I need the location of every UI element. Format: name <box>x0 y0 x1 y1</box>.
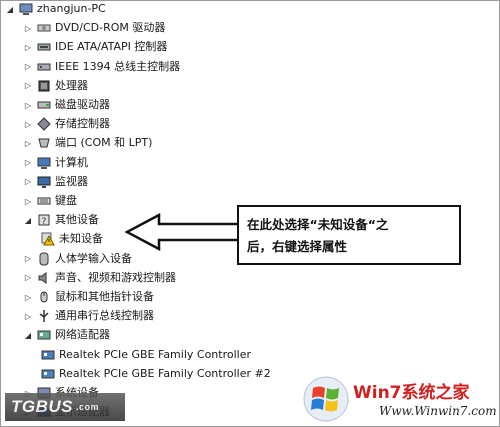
tree-category[interactable]: ▷ IEEE 1394 总线主控制器 <box>23 58 180 76</box>
tree-node-label: 处理器 <box>55 78 88 92</box>
collapse-arrow-icon[interactable]: ◢ <box>23 330 33 340</box>
hid-icon <box>37 252 51 266</box>
tree-category[interactable]: ▷ 磁盘驱动器 <box>23 96 110 114</box>
tree-node-label: 未知设备 <box>59 232 103 246</box>
tree-node-label: 网络适配器 <box>55 328 110 342</box>
expand-arrow-icon[interactable]: ▷ <box>23 311 33 321</box>
tree-device[interactable]: Realtek PCIe GBE Family Controller #2 <box>41 365 271 383</box>
expand-arrow-icon[interactable]: ▷ <box>23 138 33 148</box>
tree-node-label: Realtek PCIe GBE Family Controller #2 <box>59 366 271 380</box>
tree-node-label: 鼠标和其他指针设备 <box>55 290 154 303</box>
tree-category[interactable]: ▷ DVD/CD-ROM 驱动器 <box>23 19 165 37</box>
ieee1394-icon <box>37 60 51 74</box>
tree-category[interactable]: ▷ 键盘 <box>23 192 77 210</box>
processor-icon <box>37 79 51 93</box>
tree-node-label: 磁盘驱动器 <box>55 98 110 111</box>
tree-node-label: 键盘 <box>55 194 77 207</box>
tree-category[interactable]: ▷ 人体学输入设备 <box>23 250 132 268</box>
mouse-icon <box>37 290 51 304</box>
win7-watermark: Win7系统之家 Www.Winwin7.com <box>299 372 499 426</box>
keyboard-icon <box>37 194 51 208</box>
tgbus-suffix: .com <box>76 402 100 412</box>
computer-root-icon <box>19 2 33 16</box>
tree-node-label: 计算机 <box>55 155 88 169</box>
tgbus-text: TGBUS <box>11 397 73 416</box>
tree-category[interactable]: ▷ 计算机 <box>23 154 88 172</box>
device-manager-tree-panel: ◢ zhangjun-PC ▷ DVD/CD-ROM 驱动器 ▷ IDE ATA/ATAP… <box>0 0 500 427</box>
expand-arrow-icon[interactable]: ▷ <box>23 100 33 110</box>
expand-arrow-icon[interactable]: ▷ <box>23 292 33 302</box>
svg-text:?: ? <box>42 217 47 227</box>
collapse-arrow-icon[interactable]: ◢ <box>5 4 15 14</box>
tree-node-label: 存储控制器 <box>55 117 110 131</box>
expand-arrow-icon[interactable]: ▷ <box>23 177 33 187</box>
dvd-drive-icon <box>37 21 51 35</box>
computer-icon <box>37 156 51 170</box>
other-devices-icon: ? <box>37 213 51 227</box>
tree-category[interactable]: ◢? 其他设备 <box>23 211 99 229</box>
win7-url: Www.Winwin7.com <box>379 404 497 418</box>
expand-arrow-icon[interactable]: ▷ <box>23 273 33 283</box>
expand-arrow-icon[interactable]: ▷ <box>23 62 33 72</box>
tree-category[interactable]: ▷ 端口 (COM 和 LPT) <box>23 134 152 152</box>
pointer-arrow <box>125 213 241 251</box>
tree-node-label: 通用串行总线控制器 <box>55 309 154 323</box>
tree-node-label: IEEE 1394 总线主控制器 <box>55 59 181 73</box>
win7-title: Win7系统之家 <box>353 383 470 403</box>
tree-category[interactable]: ▷ IDE ATA/ATAPI 控制器 <box>23 38 167 56</box>
annotation-line-2: 后，右键选择属性 <box>247 239 348 254</box>
tree-node-label: IDE ATA/ATAPI 控制器 <box>55 40 168 54</box>
tree-category[interactable]: ▷ 监视器 <box>23 173 88 191</box>
unknown-device-warning-icon <box>41 232 55 246</box>
expand-arrow-icon[interactable]: ▷ <box>23 81 33 91</box>
tree-node-label: Realtek PCIe GBE Family Controller <box>59 347 252 361</box>
expand-arrow-icon[interactable]: ▷ <box>23 196 33 206</box>
tree-node-label: 端口 (COM 和 LPT) <box>55 136 153 150</box>
annotation-callout: 在此处选择“未知设备“之 后，右键选择属性 <box>237 205 461 265</box>
tree-device[interactable]: 未知设备 <box>41 230 103 248</box>
collapse-arrow-icon[interactable]: ◢ <box>23 215 33 225</box>
tree-category[interactable]: ▷ 声音、视频和游戏控制器 <box>23 269 176 287</box>
tree-root-computer[interactable]: ◢ zhangjun-PC <box>5 1 106 18</box>
usb-icon <box>37 309 51 323</box>
tree-category[interactable]: ▷ 存储控制器 <box>23 115 110 133</box>
annotation-line-1: 在此处选择“未知设备“之 <box>247 217 389 232</box>
tree-category[interactable]: ◢ 网络适配器 <box>23 326 110 344</box>
tree-node-label: 声音、视频和游戏控制器 <box>55 270 176 284</box>
sound-icon <box>37 271 51 285</box>
monitor-icon <box>37 175 51 189</box>
tgbus-watermark: TGBUS .com <box>5 393 125 421</box>
tree-category[interactable]: ▷ 处理器 <box>23 77 88 95</box>
tree-node-label: zhangjun-PC <box>37 2 106 15</box>
expand-arrow-icon[interactable]: ▷ <box>23 42 33 52</box>
expand-arrow-icon[interactable]: ▷ <box>23 158 33 168</box>
network-card-icon <box>41 367 55 381</box>
disk-drive-icon <box>37 98 51 112</box>
port-icon <box>37 136 51 150</box>
network-card-icon <box>41 348 55 362</box>
tree-node-label: 人体学输入设备 <box>55 251 132 265</box>
network-adapter-icon <box>37 328 51 342</box>
tree-category[interactable]: ▷ 鼠标和其他指针设备 <box>23 288 154 306</box>
expand-arrow-icon[interactable]: ▷ <box>23 254 33 264</box>
ide-controller-icon <box>37 40 51 54</box>
expand-arrow-icon[interactable]: ▷ <box>23 23 33 33</box>
expand-arrow-icon[interactable]: ▷ <box>23 119 33 129</box>
storage-controller-icon <box>37 117 51 131</box>
tree-node-label: 其他设备 <box>55 213 99 227</box>
tree-node-label: 监视器 <box>55 174 88 188</box>
windows-logo-icon <box>303 376 349 422</box>
tree-node-label: DVD/CD-ROM 驱动器 <box>55 21 166 35</box>
tree-device[interactable]: Realtek PCIe GBE Family Controller <box>41 346 251 364</box>
tree-category[interactable]: ▷ 通用串行总线控制器 <box>23 307 154 325</box>
